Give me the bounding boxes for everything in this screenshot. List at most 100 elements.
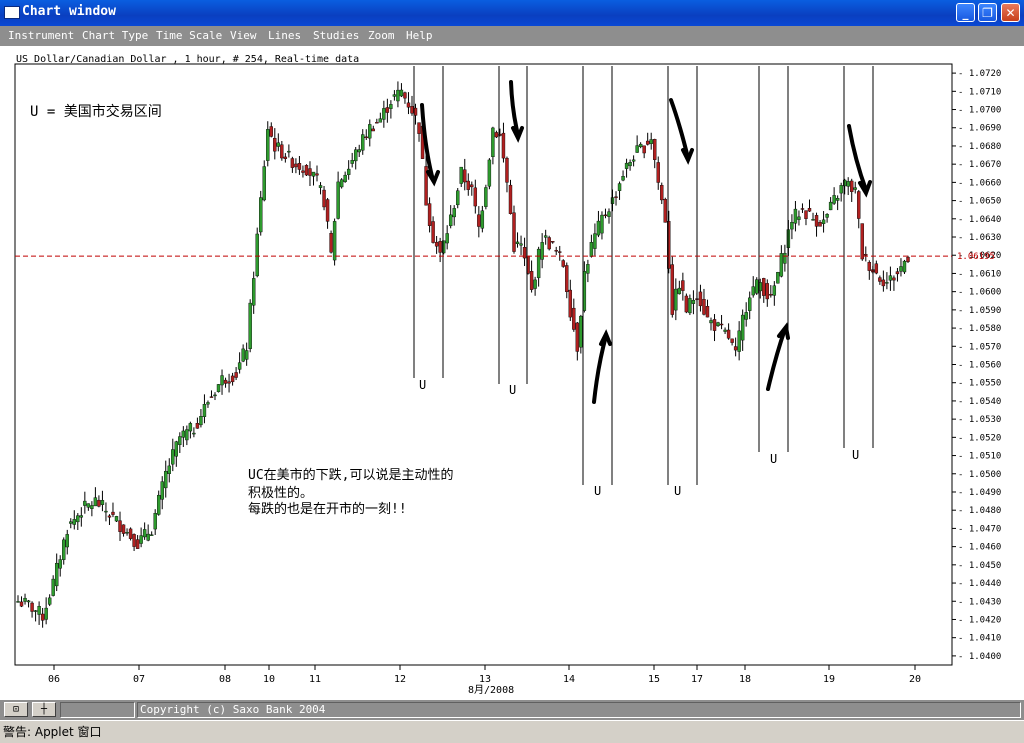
candle-up <box>688 298 692 314</box>
candle-up <box>83 500 87 506</box>
candle-up <box>832 195 836 204</box>
candle-up <box>153 513 157 530</box>
candle-up <box>361 134 365 151</box>
menu-help[interactable]: Help <box>406 29 433 42</box>
minimize-button[interactable]: _ <box>956 3 975 22</box>
candle-down <box>280 144 284 159</box>
candle-up <box>456 190 460 206</box>
candle-up <box>586 264 590 274</box>
candle-up <box>185 429 189 441</box>
window-icon <box>4 6 20 19</box>
candle-down <box>603 214 608 217</box>
candle-up <box>853 187 857 190</box>
candle-up <box>484 187 488 207</box>
candle-up <box>346 168 351 175</box>
candle-up <box>888 275 893 281</box>
candle-down <box>315 173 319 176</box>
candle-down <box>406 102 411 108</box>
candle-up <box>206 402 210 405</box>
candle-down <box>209 396 214 398</box>
candle-up <box>181 430 186 438</box>
y-tick-label: - 1.0670 <box>958 160 1001 170</box>
menu-view[interactable]: View <box>230 29 257 42</box>
candle-down <box>371 128 375 132</box>
x-tick-label: 20 <box>909 674 921 685</box>
y-tick-label: - 1.0580 <box>958 324 1001 334</box>
candle-down <box>438 241 442 253</box>
candle-up <box>744 312 748 320</box>
menu-studies[interactable]: Studies <box>313 29 359 42</box>
session-label: U <box>770 452 777 466</box>
candle-up <box>58 559 62 569</box>
candle-up <box>382 108 386 120</box>
menu-instrument[interactable]: Instrument <box>8 29 74 42</box>
candle-down <box>19 601 24 607</box>
menu-chart-type[interactable]: Chart Type <box>82 29 148 42</box>
candle-up <box>628 162 632 167</box>
y-tick-label: - 1.0540 <box>958 397 1001 407</box>
annotation-note-line-2: 积极性的。 <box>248 485 313 501</box>
candle-up <box>674 288 678 311</box>
candle-down <box>653 139 657 160</box>
y-tick-label: - 1.0720 <box>958 69 1001 79</box>
candle-down <box>223 379 228 384</box>
candle-up <box>885 282 889 284</box>
close-button[interactable]: ✕ <box>1001 3 1020 22</box>
window-title: Chart window <box>22 4 116 19</box>
candle-up <box>600 214 604 234</box>
menu-zoom[interactable]: Zoom <box>368 29 395 42</box>
candle-up <box>244 350 249 360</box>
candle-up <box>607 211 611 217</box>
candle-up <box>631 159 636 162</box>
x-tick-label: 06 <box>48 674 60 685</box>
candle-up <box>747 297 752 311</box>
candle-up <box>593 233 597 249</box>
candle-up <box>691 299 696 304</box>
candle-up <box>149 534 154 536</box>
pin-icon[interactable]: ⊡ <box>4 702 28 717</box>
candle-up <box>213 394 217 397</box>
candle-up <box>515 241 520 244</box>
candle-up <box>266 129 270 161</box>
candle-up <box>480 210 485 229</box>
maximize-button[interactable]: ❐ <box>978 3 997 22</box>
candle-up <box>199 416 203 426</box>
candle-down <box>857 191 861 219</box>
candle-down <box>329 233 333 253</box>
candle-down <box>702 298 706 315</box>
candle-up <box>44 607 48 620</box>
candle-down <box>431 221 435 243</box>
candle-up <box>241 348 245 362</box>
candle-down <box>529 271 534 290</box>
x-tick-label: 13 <box>479 674 491 685</box>
x-tick-label: 11 <box>309 674 321 685</box>
y-tick-label: - 1.0430 <box>958 597 1001 607</box>
candle-up <box>350 160 354 164</box>
candle-down <box>501 132 506 159</box>
candle-up <box>839 185 843 194</box>
candle-up <box>772 285 777 296</box>
chart-area[interactable]: US Dollar/Canadian Dollar , 1 hour, # 25… <box>0 46 1024 700</box>
candle-up <box>487 159 492 187</box>
menu-lines[interactable]: Lines <box>268 29 301 42</box>
x-tick-label: 10 <box>263 674 275 685</box>
candle-down <box>111 511 115 515</box>
status-bar: ⊡ ┼ Copyright (c) Saxo Bank 2004 <box>0 700 1024 720</box>
y-tick-label: - 1.0590 <box>958 306 1001 316</box>
x-tick-label: 18 <box>739 674 751 685</box>
y-tick-label: - 1.0510 <box>958 452 1001 462</box>
candle-down <box>40 613 45 621</box>
candle-up <box>540 242 544 260</box>
candle-down <box>558 251 562 253</box>
crosshair-icon[interactable]: ┼ <box>32 702 56 717</box>
menu-time-scale[interactable]: Time Scale <box>156 29 222 42</box>
candle-up <box>23 597 27 602</box>
candle-down <box>906 256 910 262</box>
candle-down <box>705 306 710 318</box>
session-label: U <box>509 383 516 397</box>
candlestick-chart[interactable]: US Dollar/Canadian Dollar , 1 hour, # 25… <box>0 46 1024 700</box>
candle-down <box>614 196 618 198</box>
candle-up <box>783 252 787 264</box>
session-label: U <box>594 484 601 498</box>
candle-down <box>410 106 414 114</box>
